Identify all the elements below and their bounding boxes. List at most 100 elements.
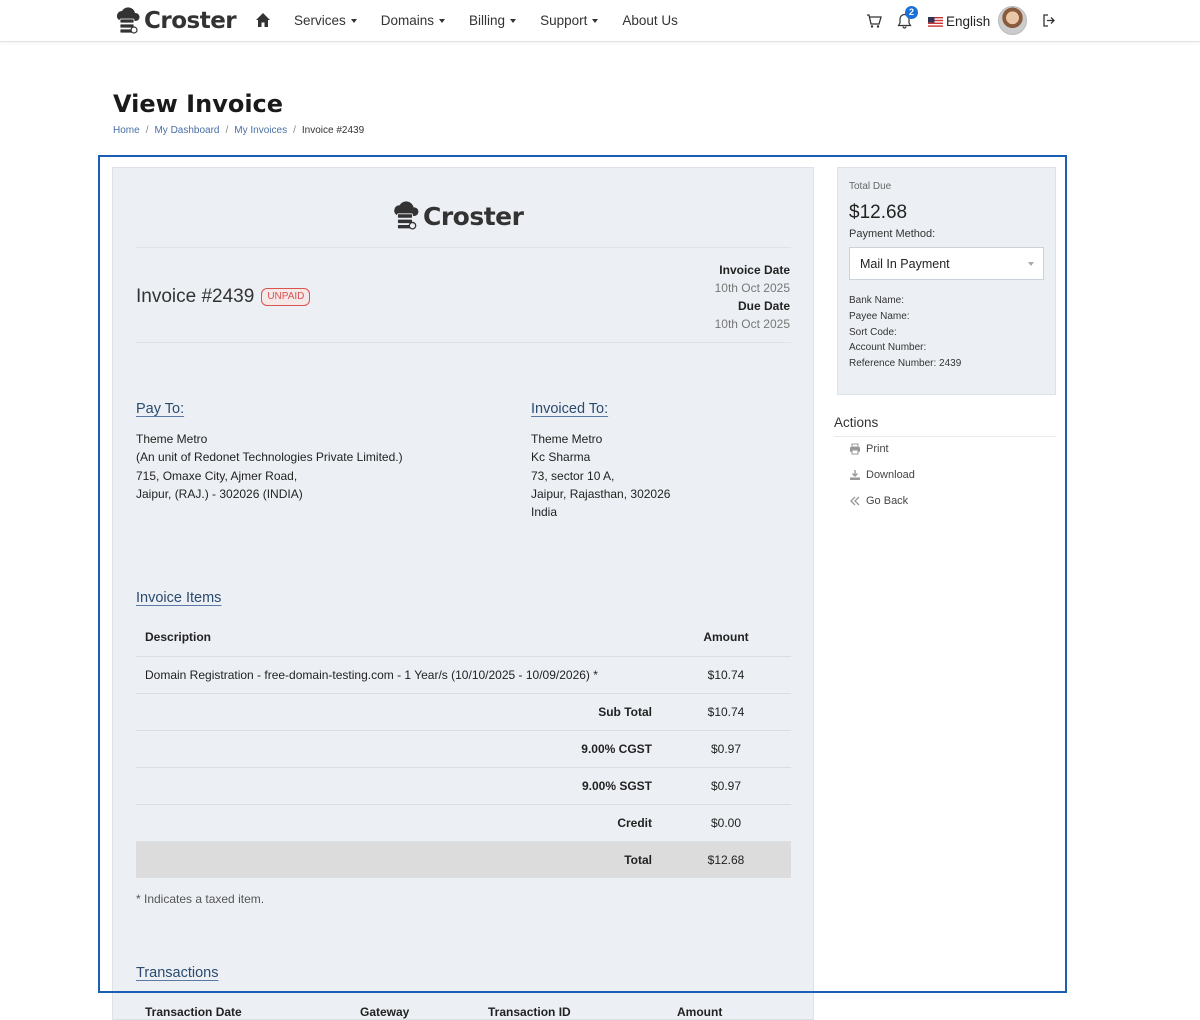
invoiced-to-address: Theme Metro Kc Sharma 73, sector 10 A, J… <box>531 430 670 521</box>
address-line: 715, Omaxe City, Ajmer Road, <box>136 468 298 483</box>
invoice-dates: Invoice Date 10th Oct 2025 Due Date 10th… <box>715 261 790 333</box>
payment-method-value: Mail In Payment <box>860 257 950 271</box>
due-date-value: 10th Oct 2025 <box>714 317 790 331</box>
main-menu: Services Domains Billing Support About U… <box>294 13 702 28</box>
chevron-down-icon <box>1028 262 1034 266</box>
top-navbar: Croster Services Domains Billing Support… <box>0 0 1200 42</box>
nav-support[interactable]: Support <box>540 13 599 28</box>
column-header-transaction-date: Transaction Date <box>145 1005 242 1019</box>
payment-method-select[interactable]: Mail In Payment <box>849 247 1044 280</box>
table-header-row: Description Amount <box>136 619 791 657</box>
cart-icon[interactable] <box>866 13 882 29</box>
bank-field: Bank Name: <box>849 295 905 306</box>
transactions-heading: Transactions <box>136 965 219 981</box>
bank-field: Payee Name: <box>849 310 910 322</box>
summary-label: Sub Total <box>136 693 661 731</box>
column-header-transaction-amount: Amount <box>677 1005 723 1019</box>
divider <box>834 436 1056 437</box>
invoice-date-value: 10th Oct 2025 <box>714 281 790 295</box>
breadcrumb-separator: / <box>225 125 229 136</box>
logout-icon[interactable] <box>1042 13 1057 28</box>
nav-support-label: Support <box>540 13 588 28</box>
address-line: India <box>531 505 558 520</box>
breadcrumb-separator: / <box>145 125 149 136</box>
address-line: Kc Sharma <box>531 450 591 465</box>
bank-field: Account Number: <box>849 342 927 354</box>
nav-domains[interactable]: Domains <box>380 13 446 28</box>
avatar[interactable] <box>998 6 1027 35</box>
address-line: Theme Metro <box>531 432 603 446</box>
actions-title: Actions <box>834 415 879 430</box>
bank-details: Bank Name: Payee Name: Sort Code: Accoun… <box>849 293 961 372</box>
item-amount: $10.74 <box>661 656 791 694</box>
total-row: Total $12.68 <box>136 841 791 878</box>
download-label: Download <box>866 469 915 481</box>
notifications[interactable]: 2 <box>897 6 918 32</box>
chevron-down-icon <box>350 19 357 24</box>
notification-count-badge: 2 <box>905 6 918 19</box>
divider <box>136 247 791 248</box>
download-button[interactable]: Download <box>849 469 915 481</box>
total-amount: $12.68 <box>661 841 791 878</box>
breadcrumb: Home / My Dashboard / My Invoices / Invo… <box>113 125 364 136</box>
nav-services-label: Services <box>294 13 346 28</box>
bank-field: Reference Number: 2439 <box>849 358 962 370</box>
item-description: Domain Registration - free-domain-testin… <box>136 656 661 694</box>
address-line: (An unit of Redonet Technologies Private… <box>136 450 403 465</box>
go-back-label: Go Back <box>866 495 909 507</box>
summary-label: 9.00% SGST <box>136 767 661 805</box>
divider <box>136 342 791 343</box>
summary-label: 9.00% CGST <box>136 730 661 768</box>
brand-name: Croster <box>144 8 237 34</box>
address-line: Jaipur, Rajasthan, 302026 <box>531 486 671 501</box>
summary-row: Sub Total $10.74 <box>136 693 791 731</box>
total-due-amount: $12.68 <box>849 202 908 223</box>
payment-method-label: Payment Method: <box>849 228 936 240</box>
download-icon <box>850 470 860 480</box>
invoice-logo: Croster <box>390 201 524 231</box>
breadcrumb-current: Invoice #2439 <box>301 125 365 136</box>
breadcrumb-home[interactable]: Home <box>113 125 140 136</box>
us-flag-icon <box>928 16 943 27</box>
double-chevron-left-icon <box>850 496 860 506</box>
pay-to-address: Theme Metro (An unit of Redonet Technolo… <box>136 430 403 503</box>
pay-to-heading: Pay To: <box>136 401 185 417</box>
breadcrumb-dashboard[interactable]: My Dashboard <box>154 125 219 136</box>
breadcrumb-separator: / <box>293 125 296 136</box>
table-row: Domain Registration - free-domain-testin… <box>136 656 791 694</box>
print-label: Print <box>866 443 889 455</box>
go-back-button[interactable]: Go Back <box>849 495 908 507</box>
invoice-number-text: Invoice #2439 <box>136 286 255 307</box>
nav-billing[interactable]: Billing <box>469 13 517 28</box>
total-due-label: Total Due <box>849 181 892 192</box>
summary-label: Credit <box>136 804 661 842</box>
invoiced-to-heading: Invoiced To: <box>531 401 609 417</box>
invoice-number: Invoice #2439 UNPAID <box>136 286 311 308</box>
address-line: Jaipur, (RAJ.) - 302026 (INDIA) <box>136 486 303 501</box>
nav-billing-label: Billing <box>469 13 506 28</box>
nav-domains-label: Domains <box>380 13 435 28</box>
home-icon[interactable] <box>255 12 271 28</box>
due-date-label: Due Date <box>737 299 790 313</box>
server-cloud-icon <box>117 7 140 34</box>
brand-logo[interactable]: Croster <box>113 6 237 36</box>
invoice-items-heading: Invoice Items <box>136 590 222 606</box>
column-header-transaction-id: Transaction ID <box>488 1005 571 1019</box>
address-line: Theme Metro <box>136 432 208 446</box>
address-line: 73, sector 10 A, <box>531 468 615 483</box>
chevron-down-icon <box>592 19 599 24</box>
total-label: Total <box>136 841 661 878</box>
tax-note: * Indicates a taxed item. <box>136 892 265 906</box>
summary-amount: $0.97 <box>661 730 791 768</box>
summary-amount: $0.97 <box>661 767 791 805</box>
print-button[interactable]: Print <box>849 443 889 455</box>
invoice-date-label: Invoice Date <box>719 263 790 277</box>
language-label: English <box>946 14 991 29</box>
nav-services[interactable]: Services <box>294 13 357 28</box>
breadcrumb-invoices[interactable]: My Invoices <box>234 125 287 136</box>
print-icon <box>850 443 860 455</box>
language-selector[interactable]: English <box>928 14 990 29</box>
nav-about-us[interactable]: About Us <box>622 13 678 28</box>
summary-row: 9.00% SGST $0.97 <box>136 767 791 805</box>
invoice-card: Croster Invoice #2439 UNPAID Invoice Dat… <box>112 167 814 1020</box>
